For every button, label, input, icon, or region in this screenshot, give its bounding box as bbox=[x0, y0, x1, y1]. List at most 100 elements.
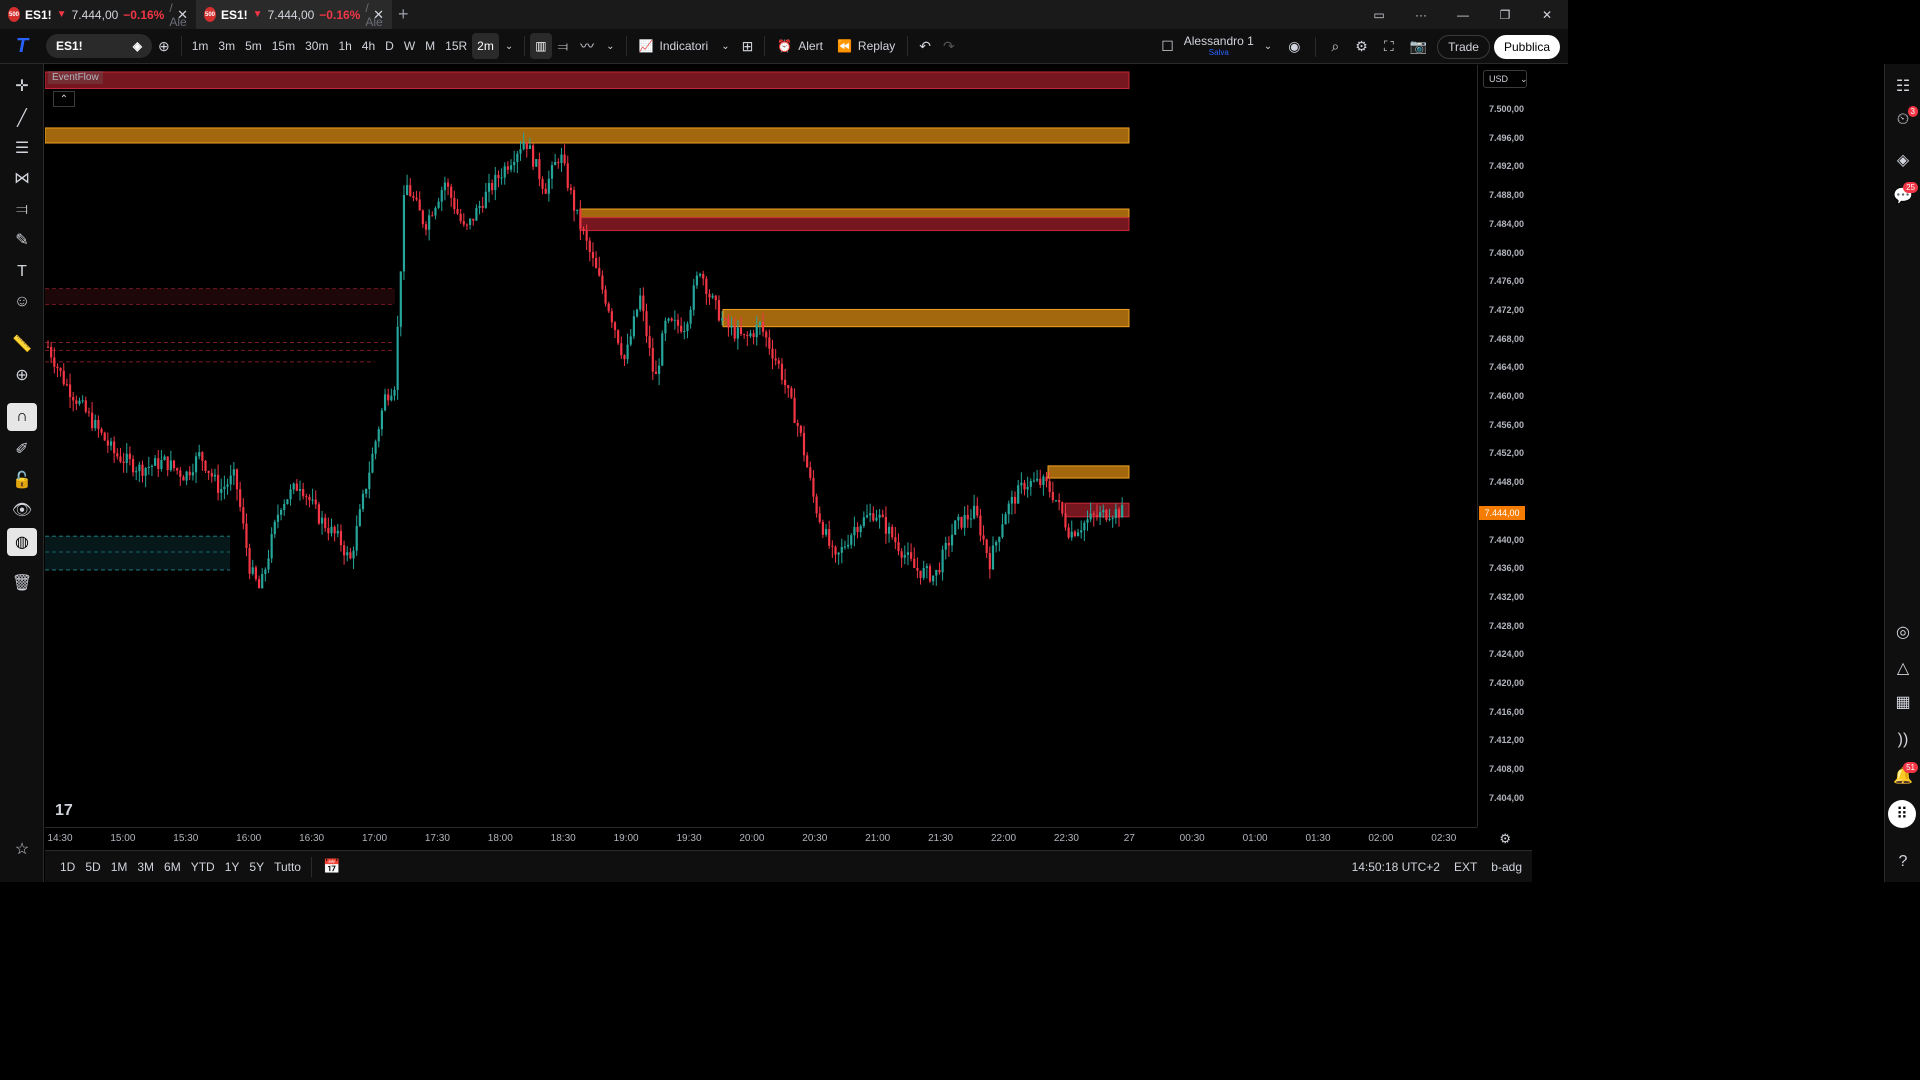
ideas-icon[interactable]: △ bbox=[1888, 654, 1918, 682]
globe-icon[interactable]: ◍ bbox=[7, 528, 37, 556]
range-5y[interactable]: 5Y bbox=[244, 860, 269, 874]
currency-selector[interactable]: USD ⌄ bbox=[1483, 70, 1528, 88]
chevron-down-icon[interactable]: ⌄ bbox=[715, 41, 735, 52]
undo-icon[interactable]: ↶ bbox=[913, 38, 937, 55]
clock-timezone[interactable]: 14:50:18 UTC+2 bbox=[1352, 860, 1440, 874]
tab-0[interactable]: 500 ES1! ▼ 7.444,00 −0.16% / Ale ✕ bbox=[0, 0, 196, 29]
settings-gear-icon[interactable]: ⚙ bbox=[1349, 38, 1374, 55]
tf-15r[interactable]: 15R bbox=[440, 33, 472, 59]
range-5d[interactable]: 5D bbox=[80, 860, 105, 874]
price-axis[interactable]: USD ⌄ 7.444,00 7.500,00 7.496,00 7.492,00 7.… bbox=[1477, 65, 1532, 827]
minimize-icon[interactable]: — bbox=[1442, 8, 1484, 22]
monitor-icon[interactable]: ▭ bbox=[1358, 8, 1400, 22]
time-axis[interactable]: ⚙ 14:30 15:00 15:30 16:00 16:30 17:00 17:30 18:… bbox=[45, 827, 1511, 849]
layout-grid-icon[interactable]: ⊞ bbox=[736, 38, 760, 55]
symbol-search[interactable]: ES1! ◈ bbox=[46, 34, 152, 58]
chart-pane[interactable]: EventFlow ⌃ 17 bbox=[44, 65, 1477, 827]
brush-icon[interactable]: ✎ bbox=[7, 226, 37, 254]
range-6m[interactable]: 6M bbox=[159, 860, 186, 874]
candle-body bbox=[352, 550, 355, 559]
pattern-icon[interactable]: ⋈ bbox=[7, 164, 37, 192]
forecast-icon[interactable]: ⫤ bbox=[7, 196, 37, 224]
compare-plus-icon[interactable]: ⊕ bbox=[152, 38, 176, 55]
tf-m[interactable]: M bbox=[420, 33, 440, 59]
layout-square-icon[interactable]: ☐ bbox=[1155, 38, 1180, 55]
watchlist-icon[interactable]: ☷ bbox=[1888, 72, 1918, 100]
tf-2m[interactable]: 2m bbox=[472, 33, 499, 59]
trade-button[interactable]: Trade bbox=[1437, 34, 1490, 59]
chevron-down-icon[interactable]: ⌄ bbox=[499, 41, 519, 52]
range-1d[interactable]: 1D bbox=[55, 860, 80, 874]
publish-button[interactable]: Pubblica bbox=[1493, 34, 1560, 59]
help-icon[interactable]: ? bbox=[1888, 848, 1918, 876]
collapse-chevron-up-icon[interactable]: ⌃ bbox=[53, 91, 75, 107]
axis-settings-gear-icon[interactable]: ⚙ bbox=[1499, 831, 1511, 847]
tf-w[interactable]: W bbox=[399, 33, 420, 59]
tf-1m[interactable]: 1m bbox=[187, 33, 214, 59]
window-close-icon[interactable]: ✕ bbox=[1526, 8, 1568, 22]
chart-canvas[interactable] bbox=[44, 65, 1477, 827]
tf-4h[interactable]: 4h bbox=[357, 33, 380, 59]
replay-button[interactable]: ⏪ Replay bbox=[830, 39, 902, 53]
range-1m[interactable]: 1M bbox=[106, 860, 133, 874]
restore-icon[interactable]: ❐ bbox=[1484, 8, 1526, 22]
candles-icon[interactable]: ▥ bbox=[530, 33, 552, 59]
more-icon[interactable]: ··· bbox=[1400, 8, 1442, 22]
indicator-legend[interactable]: EventFlow bbox=[48, 71, 103, 84]
quick-search-icon[interactable]: ⌕ bbox=[1325, 38, 1345, 55]
bar-style-icon[interactable]: ⫤ bbox=[552, 38, 575, 55]
zoom-in-icon[interactable]: ⊕ bbox=[7, 361, 37, 389]
camera-icon[interactable]: 📷 bbox=[1404, 38, 1433, 55]
trash-icon[interactable]: 🗑 bbox=[7, 569, 37, 597]
emoji-icon[interactable]: ☺ bbox=[7, 288, 37, 316]
tf-30m[interactable]: 30m bbox=[300, 33, 333, 59]
lock-drawing-icon[interactable]: ✐ bbox=[7, 435, 37, 463]
trend-line-icon[interactable]: ╱ bbox=[7, 104, 37, 132]
ruler-icon[interactable]: 📏 bbox=[7, 330, 37, 358]
text-icon[interactable]: T bbox=[7, 258, 37, 286]
adjustment-toggle[interactable]: b-adg bbox=[1491, 860, 1522, 874]
broadcast-icon[interactable]: )) bbox=[1888, 726, 1918, 754]
chat-icon[interactable]: 💬 25 bbox=[1888, 182, 1918, 210]
fullscreen-icon[interactable]: ⛶ bbox=[1378, 38, 1400, 55]
eye-icon[interactable]: 👁 bbox=[7, 496, 37, 524]
candle-body bbox=[598, 268, 601, 276]
tf-15m[interactable]: 15m bbox=[267, 33, 300, 59]
tf-3m[interactable]: 3m bbox=[213, 33, 240, 59]
close-icon[interactable]: ✕ bbox=[177, 7, 188, 23]
tf-1h[interactable]: 1h bbox=[333, 33, 356, 59]
redo-icon[interactable]: ↷ bbox=[937, 38, 961, 55]
lock-icon[interactable]: 🔓 bbox=[7, 466, 37, 494]
app-logo-icon[interactable]: T bbox=[0, 35, 44, 58]
magnet-icon[interactable]: ∩ bbox=[7, 403, 37, 431]
session-toggle[interactable]: EXT bbox=[1454, 860, 1477, 874]
chevron-down-icon[interactable]: ⌄ bbox=[600, 41, 620, 52]
indicators-button[interactable]: 📈 Indicatori bbox=[632, 39, 716, 53]
goto-date-calendar-icon[interactable]: 📅 bbox=[317, 858, 346, 875]
range-ytd[interactable]: YTD bbox=[186, 860, 220, 874]
candle-body bbox=[1111, 517, 1114, 520]
horizontal-lines-icon[interactable]: ☰ bbox=[7, 134, 37, 162]
range-3m[interactable]: 3M bbox=[132, 860, 159, 874]
crosshair-icon[interactable]: ✛ bbox=[7, 72, 37, 100]
tf-5m[interactable]: 5m bbox=[240, 33, 267, 59]
apps-grid-icon[interactable]: ⠿ bbox=[1888, 800, 1916, 828]
tab-1[interactable]: 500 ES1! ▼ 7.444,00 −0.16% / Ale ✕ bbox=[196, 0, 392, 29]
layout-name-button[interactable]: Alessandro 1 Salva bbox=[1184, 35, 1254, 58]
chevron-down-icon[interactable]: ⌄ bbox=[1258, 41, 1278, 52]
star-icon[interactable]: ☆ bbox=[7, 835, 37, 863]
alerts-clock-icon[interactable]: ⏲ 3 bbox=[1888, 106, 1918, 134]
candle-body bbox=[166, 456, 169, 471]
alert-button[interactable]: ⏰ Alert bbox=[770, 39, 830, 53]
target-icon[interactable]: ◎ bbox=[1888, 618, 1918, 646]
range-all[interactable]: Tutto bbox=[269, 860, 306, 874]
close-icon[interactable]: ✕ bbox=[373, 7, 384, 23]
line-chart-icon[interactable]: 〰 bbox=[574, 36, 600, 56]
range-1y[interactable]: 1Y bbox=[220, 860, 245, 874]
calendar-icon[interactable]: ▦ bbox=[1888, 688, 1918, 716]
tf-d[interactable]: D bbox=[380, 33, 399, 59]
rocket-icon[interactable]: ◉ bbox=[1282, 38, 1306, 55]
layers-icon[interactable]: ◈ bbox=[1888, 146, 1918, 174]
notifications-bell-icon[interactable]: 🔔 51 bbox=[1888, 762, 1918, 790]
new-tab-plus-icon[interactable]: + bbox=[398, 4, 409, 25]
